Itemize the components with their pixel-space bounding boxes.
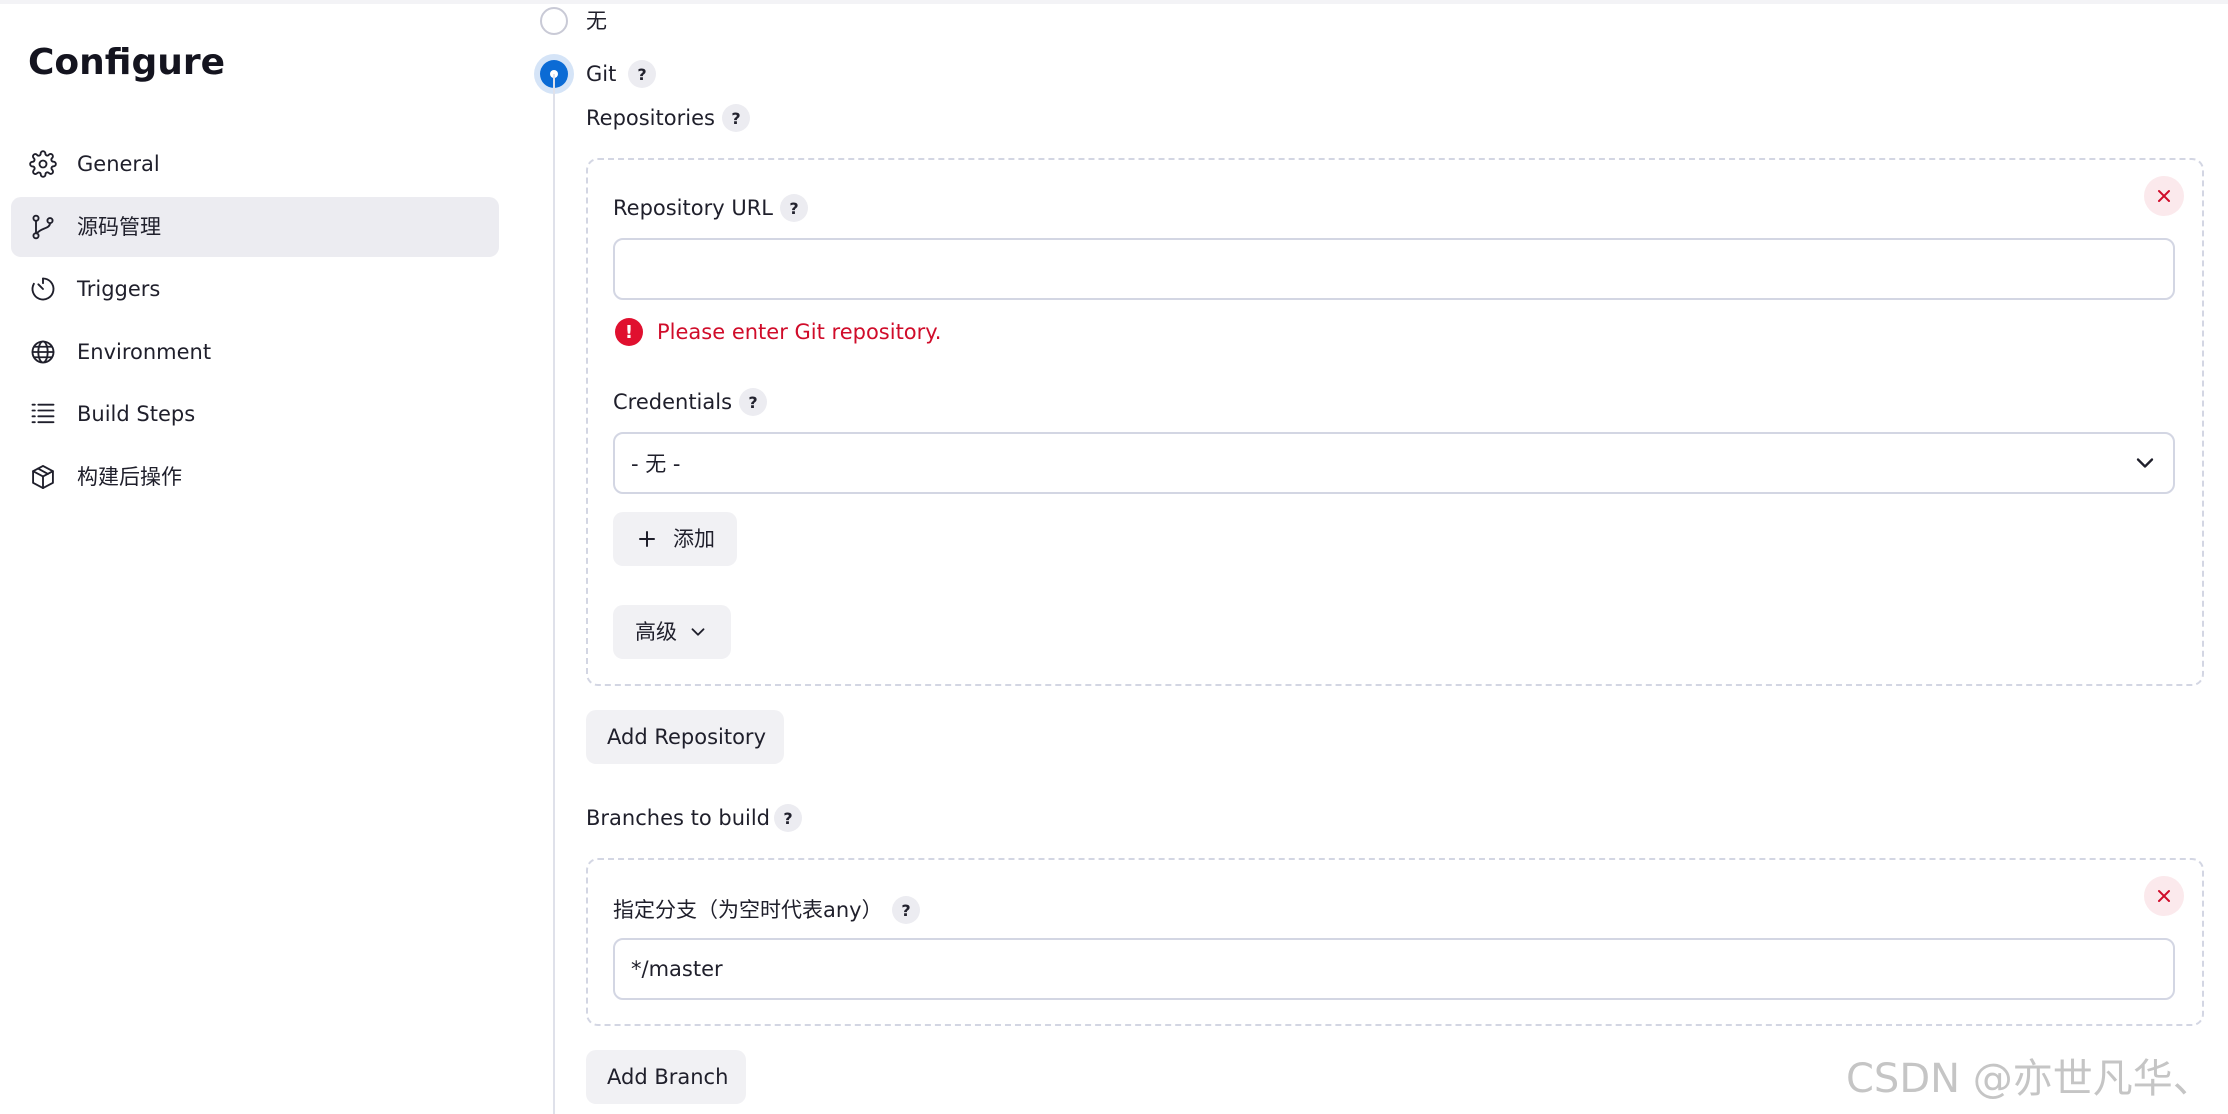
branch-icon: [29, 213, 57, 241]
add-credentials-label: 添加: [673, 527, 715, 551]
sidebar-item-scm[interactable]: 源码管理: [11, 196, 499, 257]
gear-icon: [29, 150, 57, 178]
sidebar-item-general[interactable]: General: [11, 134, 499, 194]
package-icon: [29, 463, 57, 491]
branch-specifier-label: 指定分支（为空时代表any）: [613, 898, 883, 922]
credentials-label: Credentials: [613, 390, 733, 414]
timer-icon: [29, 275, 57, 303]
repository-url-input[interactable]: [613, 238, 2175, 300]
sidebar-item-label: 构建后操作: [77, 464, 182, 489]
add-branch-label: Add Branch: [607, 1065, 729, 1089]
repositories-help-icon[interactable]: ?: [722, 104, 750, 132]
branches-label: Branches to build: [586, 806, 771, 830]
add-credentials-button[interactable]: 添加: [613, 512, 737, 566]
branch-specifier-help-icon[interactable]: ?: [892, 896, 920, 924]
repository-url-error: ! Please enter Git repository.: [615, 318, 941, 346]
repository-url-label: Repository URL: [613, 196, 774, 220]
add-branch-button[interactable]: Add Branch: [586, 1050, 746, 1104]
list-icon: [29, 400, 57, 428]
sidebar-item-label: Build Steps: [77, 402, 196, 426]
sidebar-item-environment[interactable]: Environment: [11, 322, 499, 382]
sidebar-item-label: Environment: [77, 339, 212, 364]
close-icon: [2158, 190, 2170, 202]
chevron-down-icon: [691, 628, 705, 636]
page-title: Configure: [28, 42, 226, 83]
credentials-selected-value: - 无 -: [631, 452, 681, 476]
sidebar: Configure General 源码管理 Triggers Environm…: [0, 0, 520, 1114]
plus-icon: [639, 531, 655, 547]
branch-specifier-input[interactable]: [613, 938, 2175, 1000]
repository-url-error-text: Please enter Git repository.: [657, 320, 942, 344]
sidebar-item-build-steps[interactable]: Build Steps: [11, 384, 499, 444]
close-icon: [2158, 890, 2170, 902]
add-repository-button[interactable]: Add Repository: [586, 710, 784, 764]
sidebar-item-label: 源码管理: [77, 214, 161, 239]
sidebar-item-label: General: [77, 152, 160, 176]
branches-help-icon[interactable]: ?: [774, 804, 802, 832]
delete-branch-button[interactable]: [2144, 876, 2184, 916]
credentials-help-icon[interactable]: ?: [739, 388, 767, 416]
sidebar-item-triggers[interactable]: Triggers: [11, 259, 499, 319]
error-icon: !: [615, 318, 643, 346]
repository-url-help-icon[interactable]: ?: [780, 194, 808, 222]
scm-git-label: Git: [586, 62, 617, 86]
delete-repository-button[interactable]: [2144, 176, 2184, 216]
watermark: CSDN @亦世凡华、: [1846, 1056, 2213, 1102]
add-repository-label: Add Repository: [607, 725, 766, 749]
git-options-guide-line: [553, 74, 555, 1114]
sidebar-item-label: Triggers: [77, 277, 161, 301]
scm-none-radio[interactable]: [540, 7, 568, 35]
jenkins-configure-page: Configure General 源码管理 Triggers Environm…: [0, 0, 2228, 1114]
repositories-label: Repositories: [586, 106, 715, 130]
globe-icon: [29, 338, 57, 366]
advanced-button[interactable]: 高级: [613, 605, 731, 659]
advanced-label: 高级: [635, 620, 677, 644]
sidebar-nav: General 源码管理 Triggers Environment Build …: [11, 134, 499, 509]
scm-none-label: 无: [586, 9, 607, 33]
credentials-select[interactable]: - 无 -: [613, 432, 2175, 494]
git-help-icon[interactable]: ?: [628, 60, 656, 88]
chevron-down-icon: [2136, 458, 2154, 468]
sidebar-item-post-build[interactable]: 构建后操作: [11, 447, 499, 507]
